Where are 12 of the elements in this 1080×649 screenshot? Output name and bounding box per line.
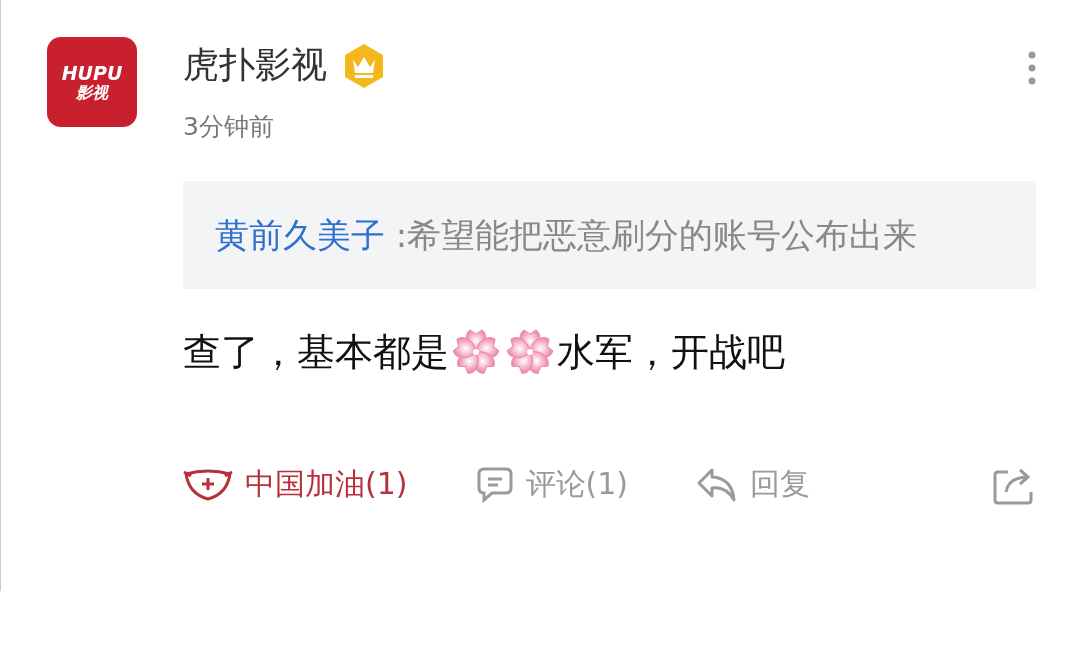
post-time: 3分钟前 bbox=[183, 111, 275, 143]
logo-text: HUPU bbox=[61, 62, 123, 84]
cheer-button[interactable]: 中国加油(1) bbox=[183, 464, 408, 506]
reply-button[interactable]: 回复 bbox=[696, 464, 810, 506]
speech-bubble-icon bbox=[475, 465, 514, 504]
logo-text: 影视 bbox=[76, 83, 108, 102]
comment-button[interactable]: 评论(1) bbox=[475, 464, 628, 506]
post-text: 查了，基本都是 bbox=[183, 328, 449, 376]
mask-icon bbox=[183, 467, 233, 502]
author-name: 虎扑影视 bbox=[183, 43, 327, 87]
quoted-comment: 黄前久美子 :希望能把恶意刷分的账号公布出来 bbox=[183, 181, 1036, 289]
post-text: 水军，开战吧 bbox=[557, 328, 785, 376]
